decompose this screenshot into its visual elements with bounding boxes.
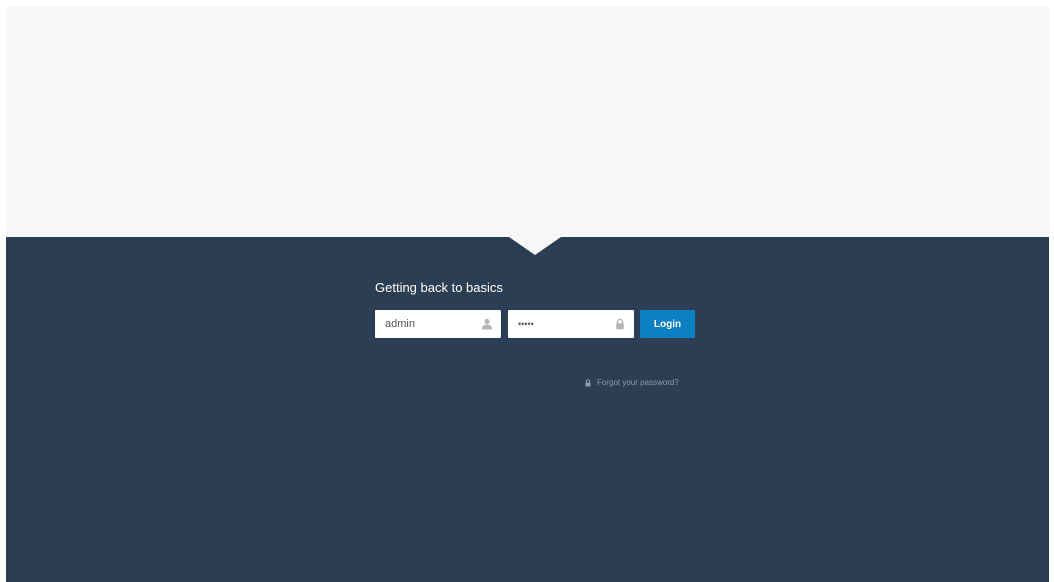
username-field[interactable] xyxy=(375,310,501,338)
top-panel xyxy=(6,6,1049,237)
login-title: Getting back to basics xyxy=(375,280,503,295)
login-page: Getting back to basics Login Forgot your… xyxy=(6,6,1049,582)
forgot-password-link[interactable]: Forgot your password? xyxy=(584,377,679,389)
password-input[interactable] xyxy=(508,310,618,338)
password-field[interactable] xyxy=(508,310,634,338)
panel-notch xyxy=(509,237,561,255)
login-button[interactable]: Login xyxy=(640,310,695,338)
lock-icon xyxy=(616,318,624,330)
lock-icon xyxy=(585,379,591,387)
forgot-password-label: Forgot your password? xyxy=(597,378,679,387)
user-icon xyxy=(482,318,492,330)
bottom-panel xyxy=(6,237,1049,582)
username-input[interactable] xyxy=(375,310,485,338)
